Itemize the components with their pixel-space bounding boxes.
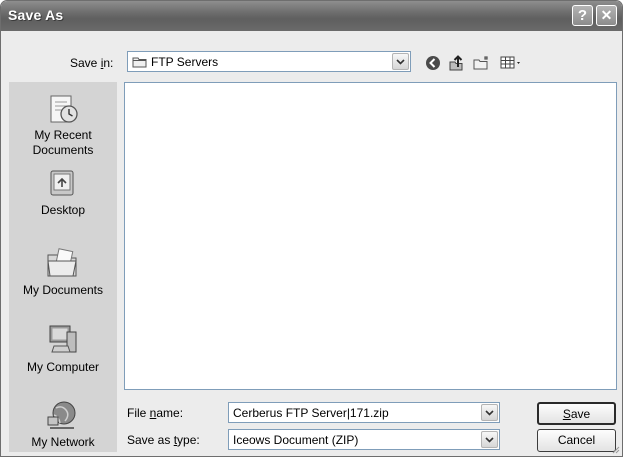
file-name-value: Cerberus FTP Server|171.zip (233, 406, 389, 420)
up-folder-icon[interactable] (447, 54, 467, 72)
folder-icon (132, 55, 148, 74)
title-bar[interactable]: Save As ? ✕ (1, 1, 622, 31)
dialog-title: Save As (8, 7, 64, 23)
save-as-type-dropdown[interactable]: Iceows Document (ZIP) (228, 429, 500, 450)
save-in-label: Save in: (70, 56, 114, 70)
resize-grip-icon[interactable] (610, 444, 620, 454)
my-documents-icon (47, 248, 77, 277)
close-button[interactable]: ✕ (596, 5, 617, 26)
save-in-dropdown[interactable]: FTP Servers (127, 51, 411, 72)
place-label: My Documents (22, 283, 104, 297)
save-as-type-value: Iceows Document (ZIP) (233, 433, 359, 447)
place-my-network[interactable]: My Network (9, 397, 117, 450)
place-my-computer[interactable]: My Computer (9, 322, 117, 375)
save-as-type-label: Save as type: (127, 433, 200, 447)
chevron-down-icon[interactable] (392, 53, 409, 70)
cancel-button[interactable]: Cancel (537, 429, 616, 452)
recent-documents-icon (50, 95, 78, 123)
view-menu-icon[interactable] (499, 54, 525, 72)
chevron-down-icon[interactable] (481, 404, 498, 421)
place-label: My Network (31, 435, 95, 449)
new-folder-icon[interactable] (472, 54, 492, 72)
save-as-dialog: Save As ? ✕ Save in: FTP Servers My Rece… (0, 0, 623, 457)
back-icon[interactable] (424, 54, 444, 72)
place-label-line2: Documents (32, 143, 94, 157)
my-network-icon (47, 401, 76, 429)
desktop-icon (50, 170, 74, 196)
place-label: My Computer (26, 360, 100, 374)
my-computer-icon (49, 325, 77, 353)
chevron-down-icon[interactable] (481, 431, 498, 448)
place-label: My Recent (34, 128, 92, 142)
place-desktop[interactable]: Desktop (9, 167, 117, 218)
file-name-label: File name: (127, 406, 184, 420)
save-button[interactable]: Save (537, 402, 616, 425)
file-name-field[interactable]: Cerberus FTP Server|171.zip (228, 402, 500, 423)
place-label: Desktop (40, 203, 86, 217)
place-my-recent-documents[interactable]: My Recent Documents (9, 92, 117, 158)
places-bar: My Recent Documents Desktop My Documents (9, 82, 117, 452)
file-list[interactable] (124, 82, 617, 390)
place-my-documents[interactable]: My Documents (9, 245, 117, 298)
save-in-value: FTP Servers (151, 55, 219, 69)
help-button[interactable]: ? (572, 5, 593, 26)
